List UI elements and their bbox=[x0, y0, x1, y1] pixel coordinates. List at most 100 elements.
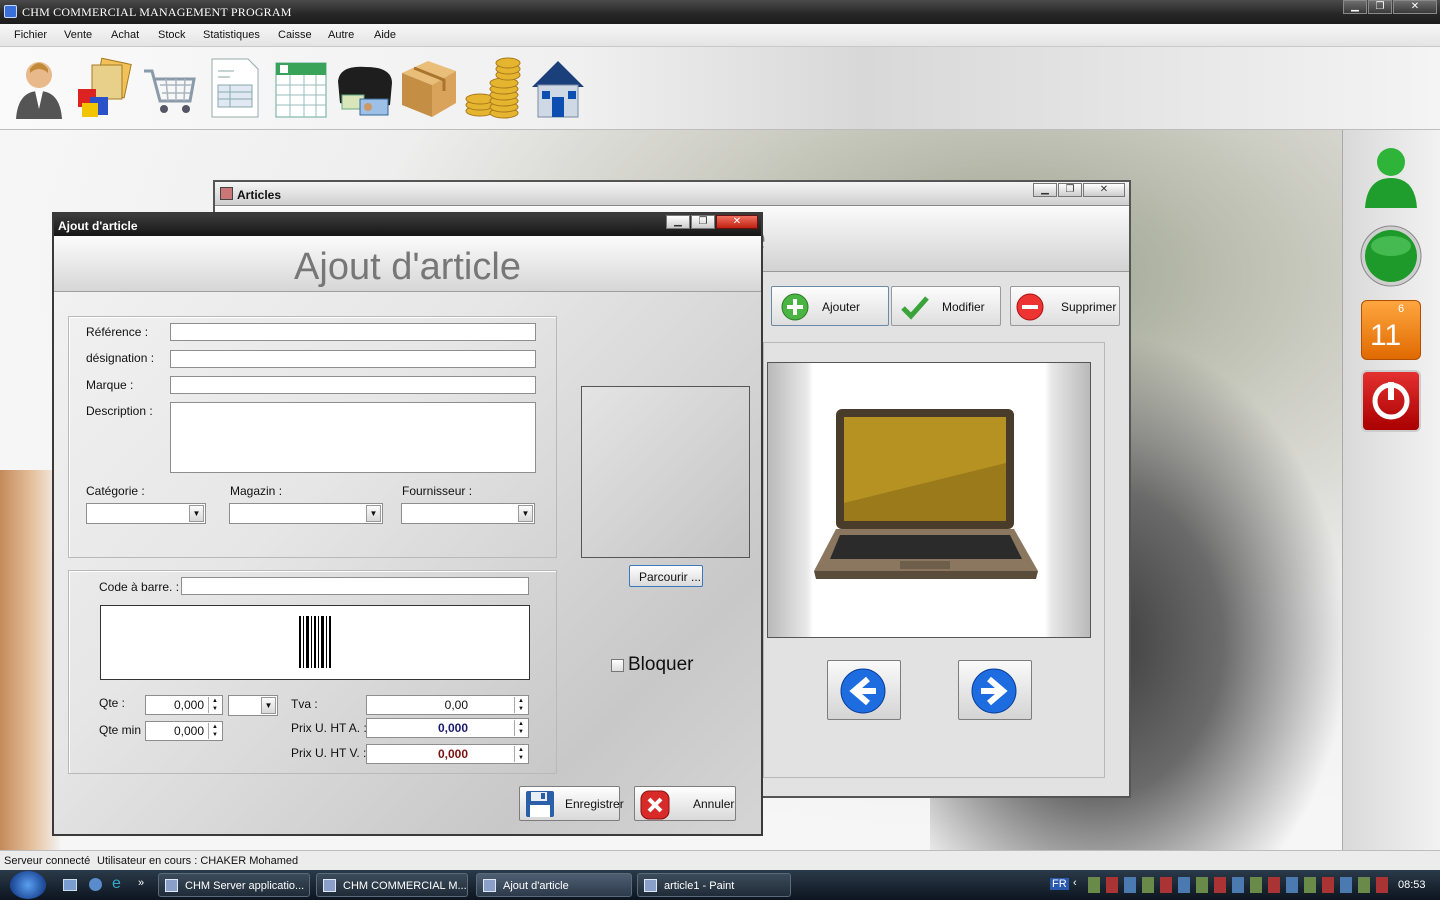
articles-close-button[interactable]: ✕ bbox=[1083, 183, 1125, 197]
menu-autre[interactable]: Autre bbox=[328, 29, 354, 41]
clock: 08:53 bbox=[1398, 879, 1426, 891]
language-indicator[interactable]: FR bbox=[1050, 878, 1069, 890]
status-light-icon[interactable] bbox=[1359, 224, 1423, 288]
app-icon bbox=[4, 5, 17, 18]
chevron-down-icon: ▼ bbox=[518, 505, 533, 522]
qte-min-stepper[interactable]: 0,000 ▲ ▼ bbox=[145, 721, 223, 741]
cart-icon[interactable] bbox=[138, 55, 200, 121]
prix-ht-v-value: 0,000 bbox=[437, 747, 468, 761]
task-add-article[interactable]: Ajout d'article bbox=[476, 873, 632, 897]
connected-user-icon[interactable] bbox=[1361, 140, 1421, 210]
toolbar bbox=[0, 47, 1440, 130]
designation-input[interactable] bbox=[170, 350, 536, 368]
chevron-right-icon[interactable]: » bbox=[138, 877, 144, 889]
add-label: Ajouter bbox=[822, 300, 861, 314]
prix-ht-a-value: 0,000 bbox=[437, 721, 468, 735]
menu-achat[interactable]: Achat bbox=[111, 29, 139, 41]
app-title-bar: CHM COMMERCIAL MANAGEMENT PROGRAM ▁ ❐ ✕ bbox=[0, 0, 1440, 24]
task-chm-server[interactable]: CHM Server applicatio... bbox=[158, 873, 310, 897]
laptop-image bbox=[814, 409, 1038, 579]
dialog-title: Ajout d'article bbox=[58, 219, 138, 233]
unit-select[interactable]: ▼ bbox=[228, 695, 278, 716]
tva-value: 0,00 bbox=[444, 698, 468, 712]
cancel-label: Annuler bbox=[693, 797, 735, 811]
save-button[interactable]: Enregistrer bbox=[519, 786, 624, 821]
menu-stock[interactable]: Stock bbox=[158, 29, 186, 41]
articles-restore-button[interactable]: ❐ bbox=[1058, 183, 1082, 197]
magazin-select[interactable]: ▼ bbox=[229, 503, 383, 524]
tva-stepper[interactable]: 0,00 ▲ ▼ bbox=[366, 695, 529, 715]
spreadsheet-icon[interactable] bbox=[270, 55, 332, 121]
invoice-icon[interactable] bbox=[204, 55, 266, 121]
qte-value: 0,000 bbox=[173, 698, 204, 712]
next-button[interactable] bbox=[958, 660, 1032, 720]
spin-arrows-icon[interactable]: ▲ ▼ bbox=[514, 697, 527, 713]
spin-arrows-icon[interactable]: ▲ ▼ bbox=[514, 746, 527, 762]
dialog-minimize-button[interactable]: ▁ bbox=[666, 215, 690, 229]
dialog-restore-button[interactable]: ❐ bbox=[691, 215, 715, 229]
cancel-button[interactable]: Annuler bbox=[634, 786, 736, 821]
task-chm-commercial[interactable]: CHM COMMERCIAL M... bbox=[316, 873, 468, 897]
spin-arrows-icon[interactable]: ▲ ▼ bbox=[514, 720, 527, 736]
reference-input[interactable] bbox=[170, 323, 536, 341]
menu-fichier[interactable]: Fichier bbox=[14, 29, 47, 41]
tray-expand-icon[interactable]: ‹ bbox=[1073, 877, 1077, 889]
system-tray-icons[interactable] bbox=[1088, 877, 1388, 893]
delete-button[interactable]: Supprimer bbox=[1010, 286, 1120, 326]
home-icon[interactable] bbox=[528, 55, 590, 121]
plus-icon bbox=[781, 293, 809, 321]
prix-ht-v-stepper[interactable]: 0,000 ▲ ▼ bbox=[366, 744, 529, 764]
fournisseur-select[interactable]: ▼ bbox=[401, 503, 535, 524]
task-paint[interactable]: article1 - Paint bbox=[637, 873, 791, 897]
description-label: Description : bbox=[86, 404, 153, 418]
user-icon[interactable] bbox=[8, 55, 70, 121]
wallet-icon[interactable] bbox=[334, 55, 396, 121]
barcode-image bbox=[299, 616, 331, 668]
spin-arrows-icon[interactable]: ▲ ▼ bbox=[208, 697, 221, 713]
product-image bbox=[767, 362, 1091, 638]
products-icon[interactable] bbox=[72, 55, 134, 121]
categorie-select[interactable]: ▼ bbox=[86, 503, 206, 524]
dialog-title-bar: Ajout d'article ▁ ❐ ✕ bbox=[54, 214, 761, 236]
qte-stepper[interactable]: 0,000 ▲ ▼ bbox=[145, 695, 223, 715]
prix-ht-a-stepper[interactable]: 0,000 ▲ ▼ bbox=[366, 718, 529, 738]
previous-button[interactable] bbox=[827, 660, 901, 720]
minimize-button[interactable]: ▁ bbox=[1343, 0, 1367, 14]
window-icon bbox=[220, 187, 233, 200]
dialog-close-button[interactable]: ✕ bbox=[716, 215, 758, 229]
description-textarea[interactable] bbox=[170, 402, 536, 473]
menu-statistiques[interactable]: Statistiques bbox=[203, 29, 260, 41]
prix-ht-v-label: Prix U. HT V. : bbox=[291, 746, 367, 760]
chevron-down-icon: ▼ bbox=[366, 505, 381, 522]
restore-button[interactable]: ❐ bbox=[1368, 0, 1392, 14]
chevron-down-icon: ▼ bbox=[261, 697, 276, 714]
designation-label: désignation : bbox=[86, 351, 155, 365]
add-button[interactable]: Ajouter bbox=[771, 286, 889, 326]
ie-icon[interactable]: e bbox=[112, 876, 127, 892]
power-icon[interactable] bbox=[1361, 370, 1421, 432]
start-button[interactable] bbox=[10, 871, 46, 899]
qte-min-label: Qte min : bbox=[99, 723, 148, 737]
menu-caisse[interactable]: Caisse bbox=[278, 29, 312, 41]
calendar-icon[interactable]: 6 11 bbox=[1361, 300, 1421, 360]
qte-label: Qte : bbox=[99, 696, 126, 710]
block-checkbox[interactable] bbox=[611, 659, 624, 672]
check-icon bbox=[901, 296, 929, 320]
coins-icon[interactable] bbox=[462, 55, 524, 121]
barcode-label: Code à barre. : bbox=[99, 580, 180, 594]
edit-button[interactable]: Modifier bbox=[891, 286, 1001, 326]
calendar-day: 11 bbox=[1370, 319, 1402, 352]
browse-button[interactable]: Parcourir ... bbox=[629, 565, 703, 587]
menu-vente[interactable]: Vente bbox=[64, 29, 92, 41]
show-desktop-icon[interactable] bbox=[63, 879, 77, 891]
articles-minimize-button[interactable]: ▁ bbox=[1033, 183, 1057, 197]
menu-aide[interactable]: Aide bbox=[374, 29, 396, 41]
package-icon[interactable] bbox=[398, 55, 460, 121]
browser-icon[interactable] bbox=[89, 878, 102, 891]
marque-input[interactable] bbox=[170, 376, 536, 394]
task-label: Ajout d'article bbox=[503, 880, 569, 892]
calendar-month: 6 bbox=[1398, 303, 1405, 315]
close-button[interactable]: ✕ bbox=[1393, 0, 1437, 14]
spin-arrows-icon[interactable]: ▲ ▼ bbox=[208, 723, 221, 739]
barcode-input[interactable] bbox=[181, 577, 529, 595]
